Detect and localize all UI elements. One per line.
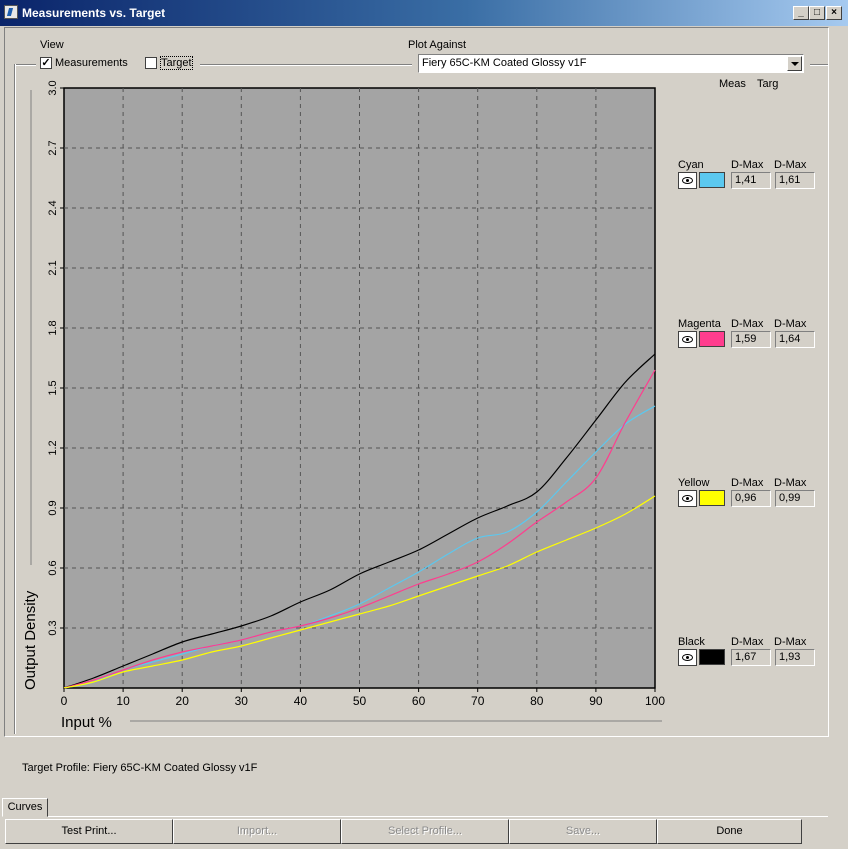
dmax-meas-label: D-Max [731,159,764,171]
y-tick-label: 2.4 [47,200,59,215]
x-tick-label: 80 [530,694,544,708]
y-tick-label: 0.3 [47,620,59,635]
tab-curves[interactable]: Curves [2,798,48,817]
dmax-targ-value: 1,61 [775,172,815,189]
color-swatch [699,490,725,506]
test-print-button[interactable]: Test Print... [5,819,173,844]
color-swatch [699,331,725,347]
dmax-targ-label: D-Max [774,477,807,489]
channel-name: Black [678,636,705,648]
x-tick-label: 0 [61,694,68,708]
dmax-meas-value: 1,41 [731,172,771,189]
dmax-meas-label: D-Max [731,477,764,489]
density-chart: 0 10 20 30 40 50 60 70 80 90 100 0.3 0.6 0.9 1.2 1.5 1.8… [22,80,665,731]
y-axis-label: Output Density [22,590,39,690]
channel-name: Cyan [678,159,704,171]
x-tick-label: 10 [116,694,130,708]
channel-name: Yellow [678,477,710,489]
eye-icon[interactable] [678,490,697,507]
dmax-meas-label: D-Max [731,636,764,648]
tab-baseline [48,816,828,817]
x-tick-label: 70 [471,694,485,708]
y-tick-label: 2.7 [47,140,59,155]
x-tick-label: 100 [645,694,665,708]
dmax-targ-label: D-Max [774,159,807,171]
color-swatch [699,172,725,188]
dmax-targ-value: 0,99 [775,490,815,507]
y-tick-label: 1.2 [47,440,59,455]
dmax-meas-value: 0,96 [731,490,771,507]
eye-icon[interactable] [678,172,697,189]
y-tick-label: 1.5 [47,380,59,395]
y-tick-label: 3.0 [47,80,59,95]
x-axis-label: Input % [61,714,112,731]
x-tick-label: 20 [176,694,190,708]
x-tick-label: 30 [235,694,249,708]
y-tick-label: 0.9 [47,500,59,515]
dmax-targ-label: D-Max [774,636,807,648]
save-button[interactable]: Save... [509,819,657,844]
y-tick-label: 0.6 [47,560,59,575]
x-tick-label: 40 [294,694,308,708]
y-tick-label: 2.1 [47,260,59,275]
x-tick-label: 60 [412,694,426,708]
import-button[interactable]: Import... [173,819,341,844]
done-button[interactable]: Done [657,819,802,844]
dmax-meas-value: 1,59 [731,331,771,348]
dmax-targ-value: 1,93 [775,649,815,666]
eye-icon[interactable] [678,649,697,666]
x-tick-label: 50 [353,694,367,708]
y-tick-label: 1.8 [47,320,59,335]
color-swatch [699,649,725,665]
eye-icon[interactable] [678,331,697,348]
x-tick-label: 90 [589,694,603,708]
dmax-meas-label: D-Max [731,318,764,330]
dmax-targ-label: D-Max [774,318,807,330]
target-profile-text: Target Profile: Fiery 65C-KM Coated Glos… [22,762,258,774]
select-profile-button[interactable]: Select Profile... [341,819,509,844]
channel-name: Magenta [678,318,721,330]
dmax-meas-value: 1,67 [731,649,771,666]
dmax-targ-value: 1,64 [775,331,815,348]
